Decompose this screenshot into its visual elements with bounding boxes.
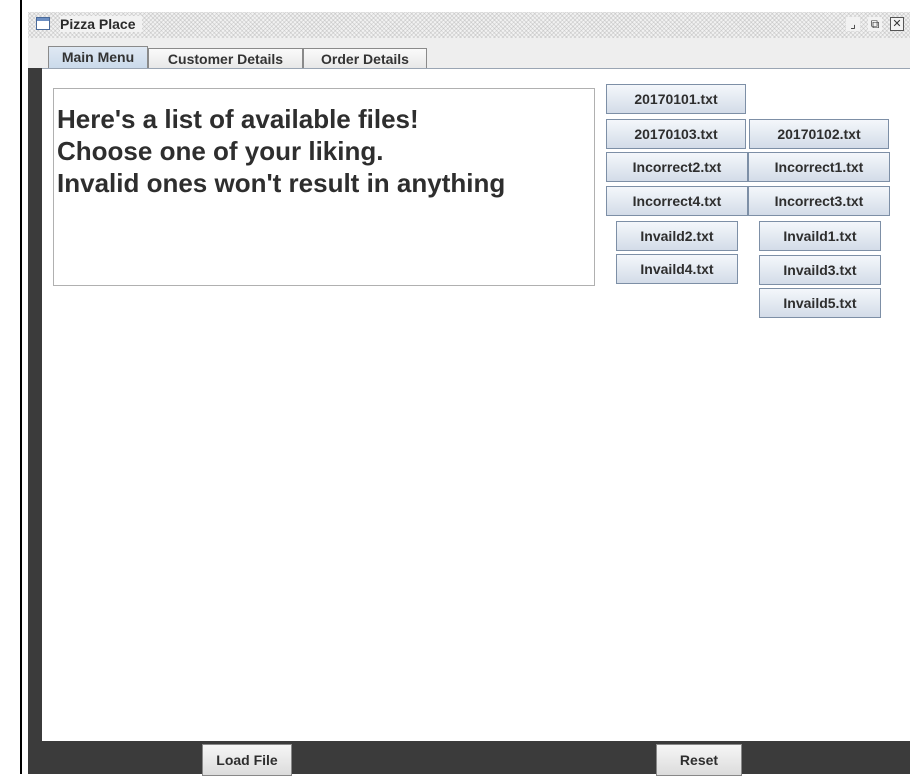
file-button-incorrect2[interactable]: Incorrect2.txt (606, 152, 748, 182)
file-button-incorrect4[interactable]: Incorrect4.txt (606, 186, 748, 216)
file-button-invaild5[interactable]: Invaild5.txt (759, 288, 881, 318)
window-app-icon (36, 17, 50, 30)
title-bar[interactable]: Pizza Place ⌟ ⧉ ✕ (28, 12, 910, 39)
file-button-invaild4[interactable]: Invaild4.txt (616, 254, 738, 284)
file-button-invaild2[interactable]: Invaild2.txt (616, 221, 738, 251)
file-button-invaild1[interactable]: Invaild1.txt (759, 221, 881, 251)
message-line-3: Invalid ones won't result in anything (57, 168, 506, 198)
file-button-incorrect3[interactable]: Incorrect3.txt (748, 186, 890, 216)
tab-order-details[interactable]: Order Details (303, 48, 427, 70)
tab-bar: Main Menu Customer Details Order Details (28, 38, 910, 70)
file-button-20170101[interactable]: 20170101.txt (606, 84, 746, 114)
main-menu-panel: Here's a list of available files! Choose… (42, 68, 910, 741)
desktop-background (0, 0, 20, 774)
load-file-button[interactable]: Load File (202, 744, 292, 776)
file-button-20170102[interactable]: 20170102.txt (749, 119, 889, 149)
message-text-area[interactable]: Here's a list of available files! Choose… (53, 88, 595, 286)
maximize-icon[interactable]: ⧉ (868, 17, 882, 31)
window-title: Pizza Place (60, 16, 142, 32)
file-button-invaild3[interactable]: Invaild3.txt (759, 255, 881, 285)
reset-button[interactable]: Reset (656, 744, 742, 776)
restore-icon[interactable]: ⌟ (846, 17, 860, 31)
desktop-divider (20, 0, 22, 774)
file-button-20170103[interactable]: 20170103.txt (606, 119, 746, 149)
app-window: Pizza Place ⌟ ⧉ ✕ Main Menu Customer Det… (28, 12, 910, 776)
message-line-1: Here's a list of available files! (57, 104, 419, 134)
file-button-incorrect1[interactable]: Incorrect1.txt (748, 152, 890, 182)
close-icon[interactable]: ✕ (890, 17, 904, 31)
tab-main-menu[interactable]: Main Menu (48, 46, 148, 70)
message-line-2: Choose one of your liking. (57, 136, 384, 166)
tab-customer-details[interactable]: Customer Details (148, 48, 303, 70)
